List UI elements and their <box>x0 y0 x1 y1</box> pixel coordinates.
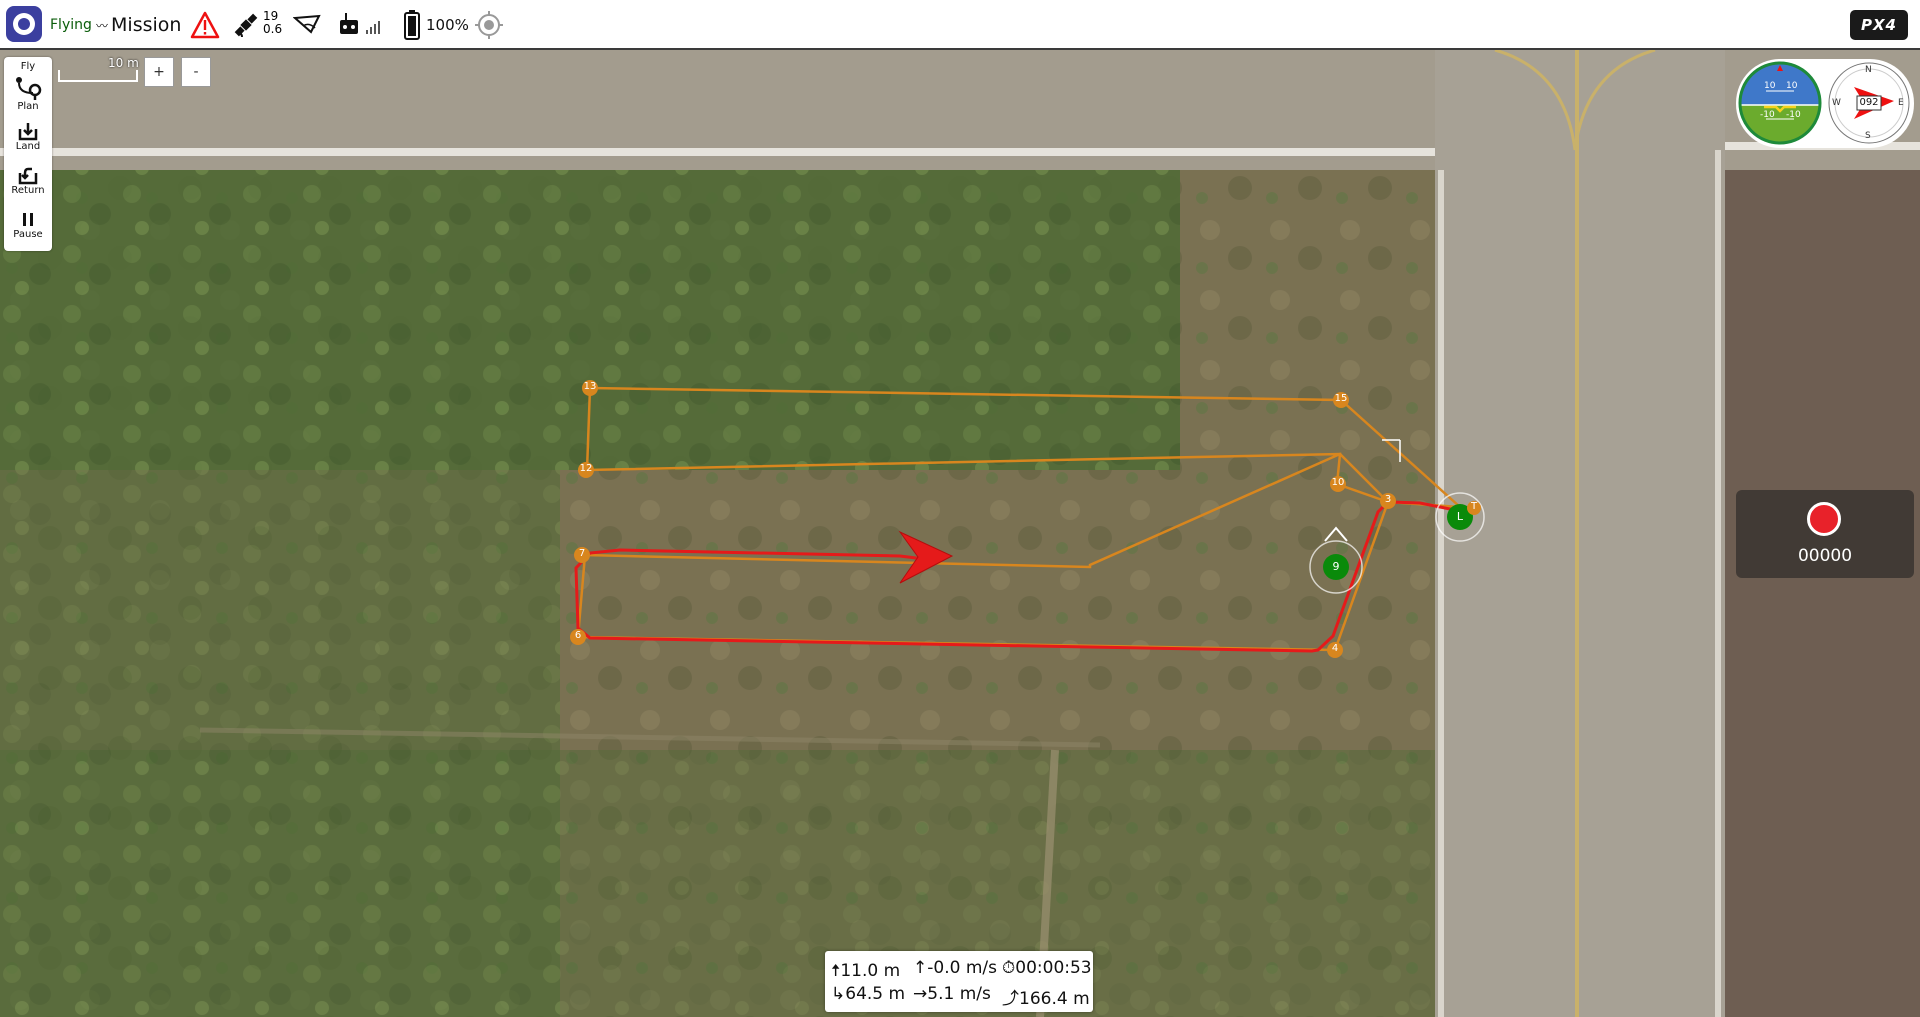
flight-time-value: ⏱00:00:53 <box>1002 958 1092 978</box>
plan-route-icon <box>16 77 42 100</box>
waypoint-4-label[interactable]: 4 <box>1329 643 1341 654</box>
fly-tool-pause[interactable]: Pause <box>4 211 52 240</box>
waypoint-13-label[interactable]: 13 <box>582 381 598 392</box>
distance-traveled-value: ⤴166.4 m <box>1002 989 1090 1009</box>
compass-north: N <box>1865 65 1872 75</box>
warning-icon[interactable] <box>190 11 220 39</box>
mission-overlay <box>570 380 1485 658</box>
flight-mode-label: Mission <box>111 14 182 36</box>
heading-readout: 092 <box>1859 97 1879 108</box>
pause-icon <box>23 213 33 226</box>
altitude-icon: 🠅 <box>831 961 841 981</box>
fly-tool-label: Pause <box>13 229 43 240</box>
zoom-in-button[interactable]: + <box>144 57 174 87</box>
px4-logo: PX4 <box>1850 10 1908 40</box>
compass-west: W <box>1832 98 1841 108</box>
zoom-out-button[interactable]: - <box>181 57 211 87</box>
rc-signal-icon[interactable] <box>338 12 384 38</box>
mission-path-line <box>576 386 1461 652</box>
fly-tool-label: Land <box>15 141 41 152</box>
altitude-value: 🠅11.0 m <box>831 961 901 981</box>
pitch-label-upper-right: 10 <box>1786 81 1798 91</box>
pitch-label-lower-right: -10 <box>1786 110 1801 120</box>
takeoff-marker[interactable]: T <box>1468 501 1480 512</box>
waypoint-12-label[interactable]: 12 <box>578 463 594 474</box>
launch-marker[interactable]: L <box>1454 510 1466 523</box>
gps-readout[interactable]: 19 0.6 <box>263 10 282 36</box>
waypoint-10-label[interactable]: 10 <box>1330 477 1346 488</box>
fly-tool-label: Return <box>11 185 45 196</box>
gps-hdop: 0.6 <box>263 22 283 36</box>
fly-tools-panel: Fly Plan Land Return Pause <box>4 57 52 251</box>
vertical-speed-value: ↑-0.0 m/s <box>913 958 997 978</box>
qgc-logo-icon <box>13 13 35 35</box>
attitude-compass-widget <box>1738 61 1910 145</box>
ground-speed-icon: → <box>913 984 928 1004</box>
distance-home-icon: ↳ <box>831 984 846 1004</box>
compass-south: S <box>1865 131 1871 141</box>
timer-icon: ⏱ <box>1002 958 1016 978</box>
qgc-logo-button[interactable] <box>6 6 42 42</box>
distance-home-value: ↳64.5 m <box>831 984 906 1004</box>
gps-satellite-icon[interactable] <box>232 11 260 39</box>
battery-percent[interactable]: 100% <box>426 0 469 50</box>
gps-target-icon[interactable] <box>475 11 503 39</box>
distance-traveled-icon: ⤴ <box>1002 989 1019 1009</box>
map-scale-label: 10 m <box>108 56 139 70</box>
fly-tool-fly[interactable]: Fly <box>4 61 52 72</box>
pitch-label-lower-left: -10 <box>1760 110 1775 120</box>
instrument-panel[interactable]: 10 10 -10 -10 092 N E S W <box>1736 59 1914 148</box>
fly-tool-land[interactable]: Land <box>4 121 52 152</box>
fly-tool-plan[interactable]: Plan <box>4 75 52 112</box>
mission-mode-icon: 〰 <box>96 18 109 33</box>
record-button[interactable] <box>1807 502 1841 536</box>
telemetry-panel[interactable]: 🠅11.0 m ↑-0.0 m/s ⏱00:00:53 ↳64.5 m →5.1… <box>825 951 1093 1012</box>
map-scale-bar <box>58 70 138 82</box>
waypoint-3-label[interactable]: 3 <box>1382 494 1394 505</box>
battery-icon[interactable] <box>404 10 420 40</box>
ground-speed-value: →5.1 m/s <box>913 984 991 1004</box>
waypoint-6-label[interactable]: 6 <box>572 630 584 641</box>
flight-status[interactable]: Flying <box>50 0 92 50</box>
satellite-map[interactable]: 3 4 6 7 9 10 12 13 15 L T <box>0 50 1920 1017</box>
top-toolbar: Flying 〰 Mission 19 0.6 100% PX4 <box>0 0 1920 50</box>
telemetry-link-icon[interactable] <box>293 14 323 36</box>
flight-mode-selector[interactable]: 〰 Mission <box>96 0 181 50</box>
record-time: 00000 <box>1797 546 1853 566</box>
video-record-panel: 00000 <box>1736 490 1914 578</box>
waypoint-15-label[interactable]: 15 <box>1333 393 1349 404</box>
waypoint-7-label[interactable]: 7 <box>576 548 588 559</box>
land-icon <box>18 123 38 141</box>
fly-tool-label: Fly <box>20 61 36 72</box>
compass-east: E <box>1898 98 1904 108</box>
fly-tool-label: Plan <box>17 101 39 112</box>
waypoint-9-label[interactable]: 9 <box>1330 560 1342 573</box>
vertical-speed-icon: ↑ <box>913 958 928 978</box>
return-icon <box>18 167 38 185</box>
pitch-label-upper-left: 10 <box>1764 81 1776 91</box>
fly-tool-return[interactable]: Return <box>4 165 52 196</box>
